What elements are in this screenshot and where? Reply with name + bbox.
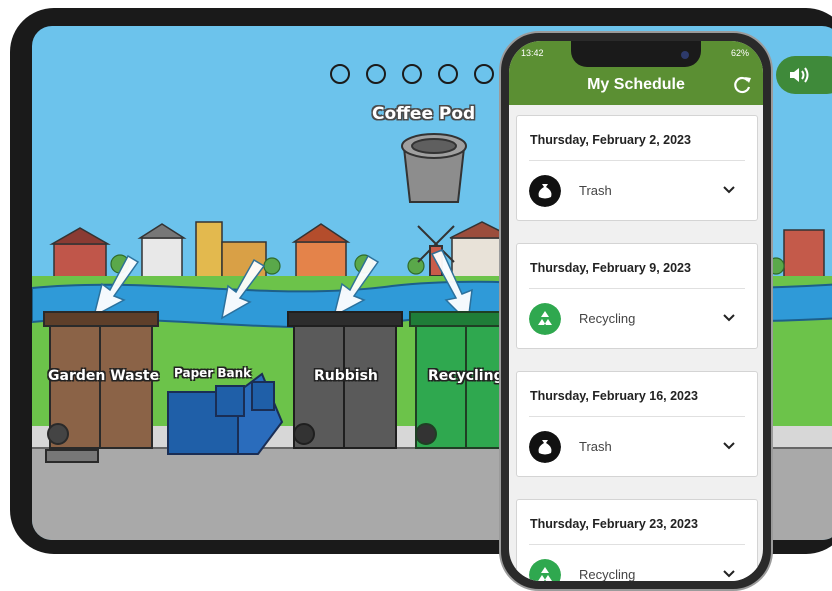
chevron-down-icon[interactable] bbox=[723, 186, 735, 194]
status-time: 13:42 bbox=[521, 48, 544, 58]
carousel-dot[interactable] bbox=[330, 64, 350, 84]
carousel-dot[interactable] bbox=[438, 64, 458, 84]
chevron-down-icon[interactable] bbox=[723, 314, 735, 322]
schedule-date: Thursday, February 16, 2023 bbox=[530, 389, 698, 403]
collection-type: Recycling bbox=[579, 311, 636, 326]
trash-bag-icon bbox=[529, 431, 561, 463]
schedule-card[interactable]: Thursday, February 2, 2023 Trash bbox=[516, 115, 758, 221]
app-bar: My Schedule bbox=[509, 65, 763, 105]
divider bbox=[529, 160, 745, 161]
chevron-down-icon[interactable] bbox=[723, 442, 735, 450]
divider bbox=[529, 288, 745, 289]
schedule-date: Thursday, February 23, 2023 bbox=[530, 517, 698, 531]
carousel-dot[interactable] bbox=[474, 64, 494, 84]
carousel-dot[interactable] bbox=[366, 64, 386, 84]
chevron-down-icon[interactable] bbox=[723, 570, 735, 578]
schedule-date: Thursday, February 9, 2023 bbox=[530, 261, 691, 275]
phone-device: 13:42 62% My Schedule Thursday, February… bbox=[499, 31, 773, 591]
recycling-icon bbox=[529, 559, 561, 581]
collection-type: Trash bbox=[579, 439, 612, 454]
page-title: My Schedule bbox=[587, 76, 685, 93]
speaker-icon bbox=[790, 67, 809, 83]
divider bbox=[529, 416, 745, 417]
schedule-card[interactable]: Thursday, February 9, 2023 Recycling bbox=[516, 243, 758, 349]
schedule-date: Thursday, February 2, 2023 bbox=[530, 133, 691, 147]
carousel-dots bbox=[330, 64, 494, 84]
carousel-dot[interactable] bbox=[402, 64, 422, 84]
paper-bank-label[interactable]: Paper Bank bbox=[174, 366, 251, 380]
schedule-card[interactable]: Thursday, February 16, 2023 Trash bbox=[516, 371, 758, 477]
garden-waste-label[interactable]: Garden Waste bbox=[48, 368, 159, 384]
recycling-label[interactable]: Recycling bbox=[428, 368, 504, 384]
battery-level: 62% bbox=[730, 48, 749, 58]
refresh-icon[interactable] bbox=[733, 75, 753, 95]
divider bbox=[529, 544, 745, 545]
camera-icon bbox=[681, 51, 689, 59]
phone-screen: 13:42 62% My Schedule Thursday, February… bbox=[509, 41, 763, 581]
coffee-pod-label: Coffee Pod bbox=[372, 104, 476, 124]
collection-type: Trash bbox=[579, 183, 612, 198]
collection-type: Recycling bbox=[579, 567, 636, 581]
phone-notch bbox=[571, 41, 701, 67]
sound-button[interactable] bbox=[776, 56, 832, 94]
rubbish-label[interactable]: Rubbish bbox=[314, 368, 378, 384]
trash-bag-icon bbox=[529, 175, 561, 207]
recycling-icon bbox=[529, 303, 561, 335]
schedule-card[interactable]: Thursday, February 23, 2023 Recycling bbox=[516, 499, 758, 581]
